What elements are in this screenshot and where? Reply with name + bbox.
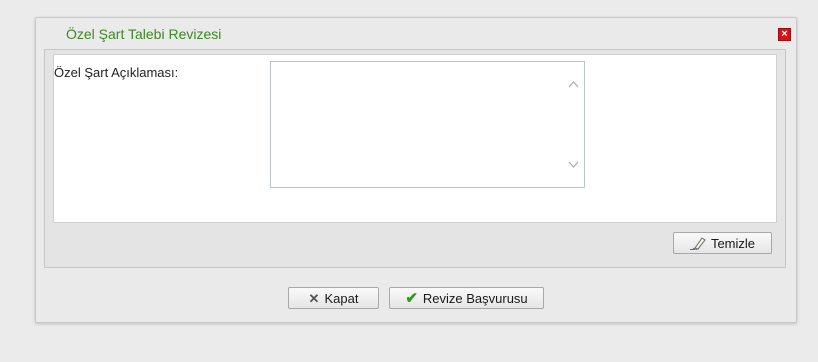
close-button[interactable]: ✕ Kapat bbox=[288, 287, 379, 309]
description-textarea[interactable] bbox=[271, 62, 563, 187]
scroll-down-icon[interactable] bbox=[568, 159, 579, 170]
dialog-window: Özel Şart Talebi Revizesi × Özel Şart Aç… bbox=[35, 17, 797, 323]
clear-button[interactable]: Temizle bbox=[673, 232, 772, 254]
close-icon[interactable]: × bbox=[778, 28, 791, 41]
dialog-title: Özel Şart Talebi Revizesi bbox=[66, 26, 222, 42]
checkmark-icon: ✔ bbox=[405, 289, 418, 307]
close-button-label: Kapat bbox=[324, 290, 359, 306]
form-area: Özel Şart Açıklaması: bbox=[53, 54, 777, 223]
submit-revision-button[interactable]: ✔ Revize Başvurusu bbox=[389, 287, 544, 309]
scroll-up-icon[interactable] bbox=[568, 79, 579, 90]
description-textarea-frame bbox=[270, 61, 585, 188]
vertical-scrollbar[interactable] bbox=[563, 62, 584, 187]
submit-revision-button-label: Revize Başvurusu bbox=[422, 290, 528, 306]
x-icon: ✕ bbox=[308, 290, 320, 306]
form-panel: Özel Şart Açıklaması: Temizle bbox=[44, 49, 786, 268]
clear-button-label: Temizle bbox=[710, 235, 756, 251]
description-label: Özel Şart Açıklaması: bbox=[54, 65, 179, 80]
eraser-icon bbox=[689, 237, 706, 250]
